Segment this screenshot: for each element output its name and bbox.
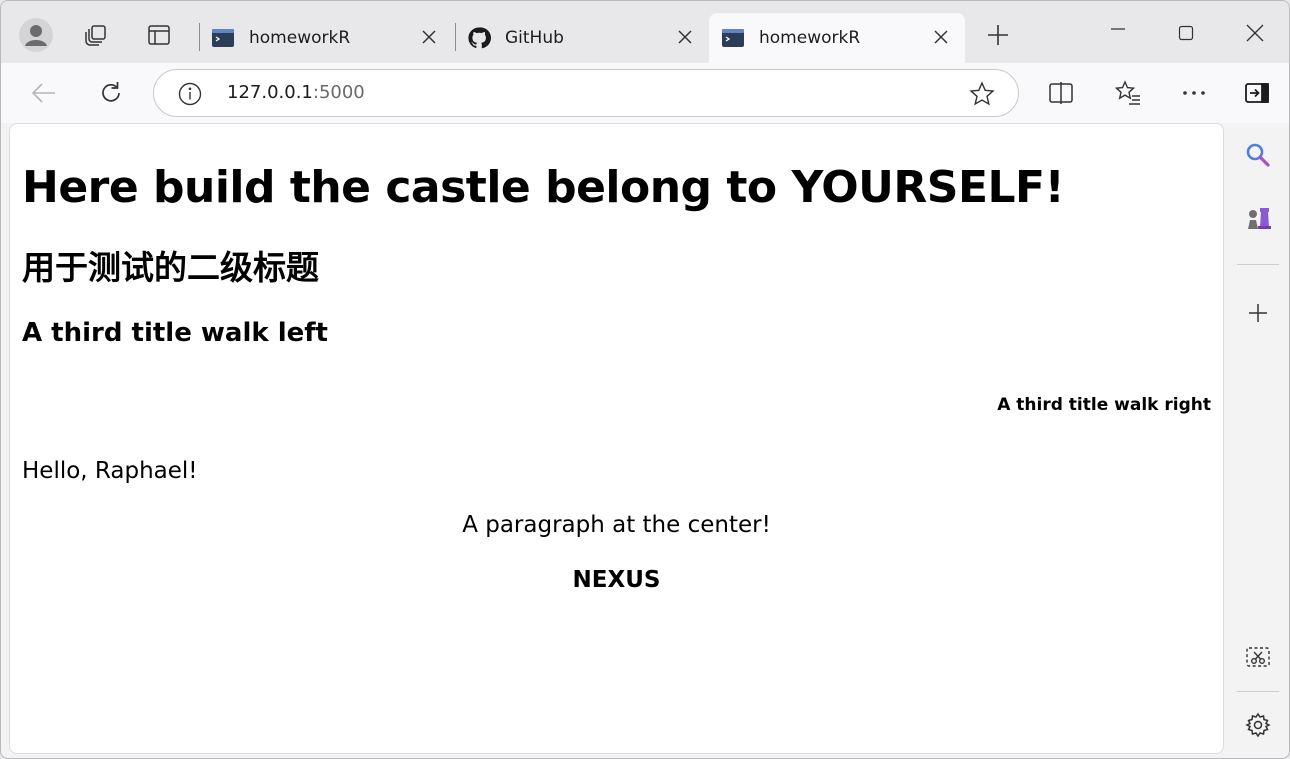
tab-github[interactable]: GitHub <box>455 13 709 63</box>
chess-pieces-icon <box>1248 208 1271 229</box>
refresh-icon <box>102 82 120 102</box>
favorites-button[interactable] <box>1108 75 1148 111</box>
close-icon <box>678 30 692 44</box>
page-viewport: Here build the castle belong to YOURSELF… <box>9 123 1224 754</box>
close-icon <box>422 30 436 44</box>
browser-window: homeworkR GitHub homeworkR 127.0.0.1:500… <box>0 0 1290 759</box>
split-screen-icon <box>1049 82 1073 104</box>
vertical-tabs-button[interactable] <box>139 15 179 55</box>
address-bar[interactable]: 127.0.0.1:5000 <box>153 69 1019 117</box>
new-tab-button[interactable] <box>978 15 1018 55</box>
center-paragraph: A paragraph at the center! <box>462 512 771 538</box>
more-icon <box>1183 91 1205 95</box>
tab-title: GitHub <box>505 28 564 48</box>
games-sidebar-button[interactable] <box>1238 198 1278 238</box>
tab-title: homeworkR <box>759 28 861 48</box>
hello-paragraph: Hello, Raphael! <box>22 458 198 484</box>
add-sidebar-app-button[interactable] <box>1238 293 1278 333</box>
info-icon <box>178 82 202 106</box>
profile-icon <box>19 18 53 52</box>
plus-icon <box>1249 304 1267 322</box>
screenshot-icon <box>1246 647 1270 667</box>
close-window-button[interactable] <box>1232 15 1278 51</box>
terminal-icon <box>722 29 744 47</box>
tab-actions-icon <box>148 25 170 45</box>
heading-2: 用于测试的二级标题 <box>22 248 319 287</box>
github-icon <box>468 27 491 49</box>
more-menu-button[interactable] <box>1174 75 1214 111</box>
favorite-button[interactable] <box>968 80 996 108</box>
nexus-text: NEXUS <box>572 567 661 593</box>
sidebar-divider <box>1237 691 1279 692</box>
maximize-button[interactable] <box>1163 15 1209 51</box>
heading-right: A third title walk right <box>997 395 1211 415</box>
heading-1: Here build the castle belong to YOURSELF… <box>22 162 1065 213</box>
workspaces-icon <box>85 25 106 46</box>
close-icon <box>934 30 948 44</box>
maximize-icon <box>1178 25 1194 41</box>
screenshot-button[interactable] <box>1238 638 1278 678</box>
browser-toolbar: 127.0.0.1:5000 <box>1 63 1289 123</box>
sidebar-divider <box>1237 264 1279 265</box>
tab-homeworkr-active[interactable]: homeworkR <box>709 13 965 63</box>
refresh-button[interactable] <box>91 75 131 111</box>
sidebar-toggle-icon <box>1245 83 1269 103</box>
url-text[interactable]: 127.0.0.1:5000 <box>227 82 365 103</box>
minimize-icon <box>1111 28 1125 30</box>
minimize-button[interactable] <box>1095 15 1141 51</box>
profile-button[interactable] <box>16 15 56 55</box>
tab-title: homeworkR <box>249 28 351 48</box>
split-screen-button[interactable] <box>1041 75 1081 111</box>
sidebar-toggle-button[interactable] <box>1237 75 1277 111</box>
tab-close-button[interactable] <box>675 27 695 47</box>
plus-icon <box>988 25 1008 45</box>
tab-strip: homeworkR GitHub homeworkR <box>1 1 1289 63</box>
star-icon <box>969 81 995 106</box>
search-icon <box>1246 143 1270 167</box>
search-sidebar-button[interactable] <box>1238 135 1278 175</box>
close-icon <box>1246 24 1264 42</box>
tab-close-button[interactable] <box>931 27 951 47</box>
tab-homeworkr-1[interactable]: homeworkR <box>199 13 453 63</box>
back-arrow-icon <box>31 83 55 103</box>
back-button[interactable] <box>24 75 64 111</box>
heading-3: A third title walk left <box>22 318 328 348</box>
terminal-icon <box>212 29 234 47</box>
url-host: 127.0.0.1 <box>227 82 313 103</box>
edge-sidebar <box>1225 123 1289 758</box>
sidebar-settings-button[interactable] <box>1238 705 1278 745</box>
site-info-button[interactable] <box>176 80 204 108</box>
favorites-icon <box>1114 80 1140 105</box>
gear-icon <box>1245 712 1271 738</box>
workspaces-button[interactable] <box>76 15 116 55</box>
tab-close-button[interactable] <box>419 27 439 47</box>
url-port: :5000 <box>312 82 365 103</box>
